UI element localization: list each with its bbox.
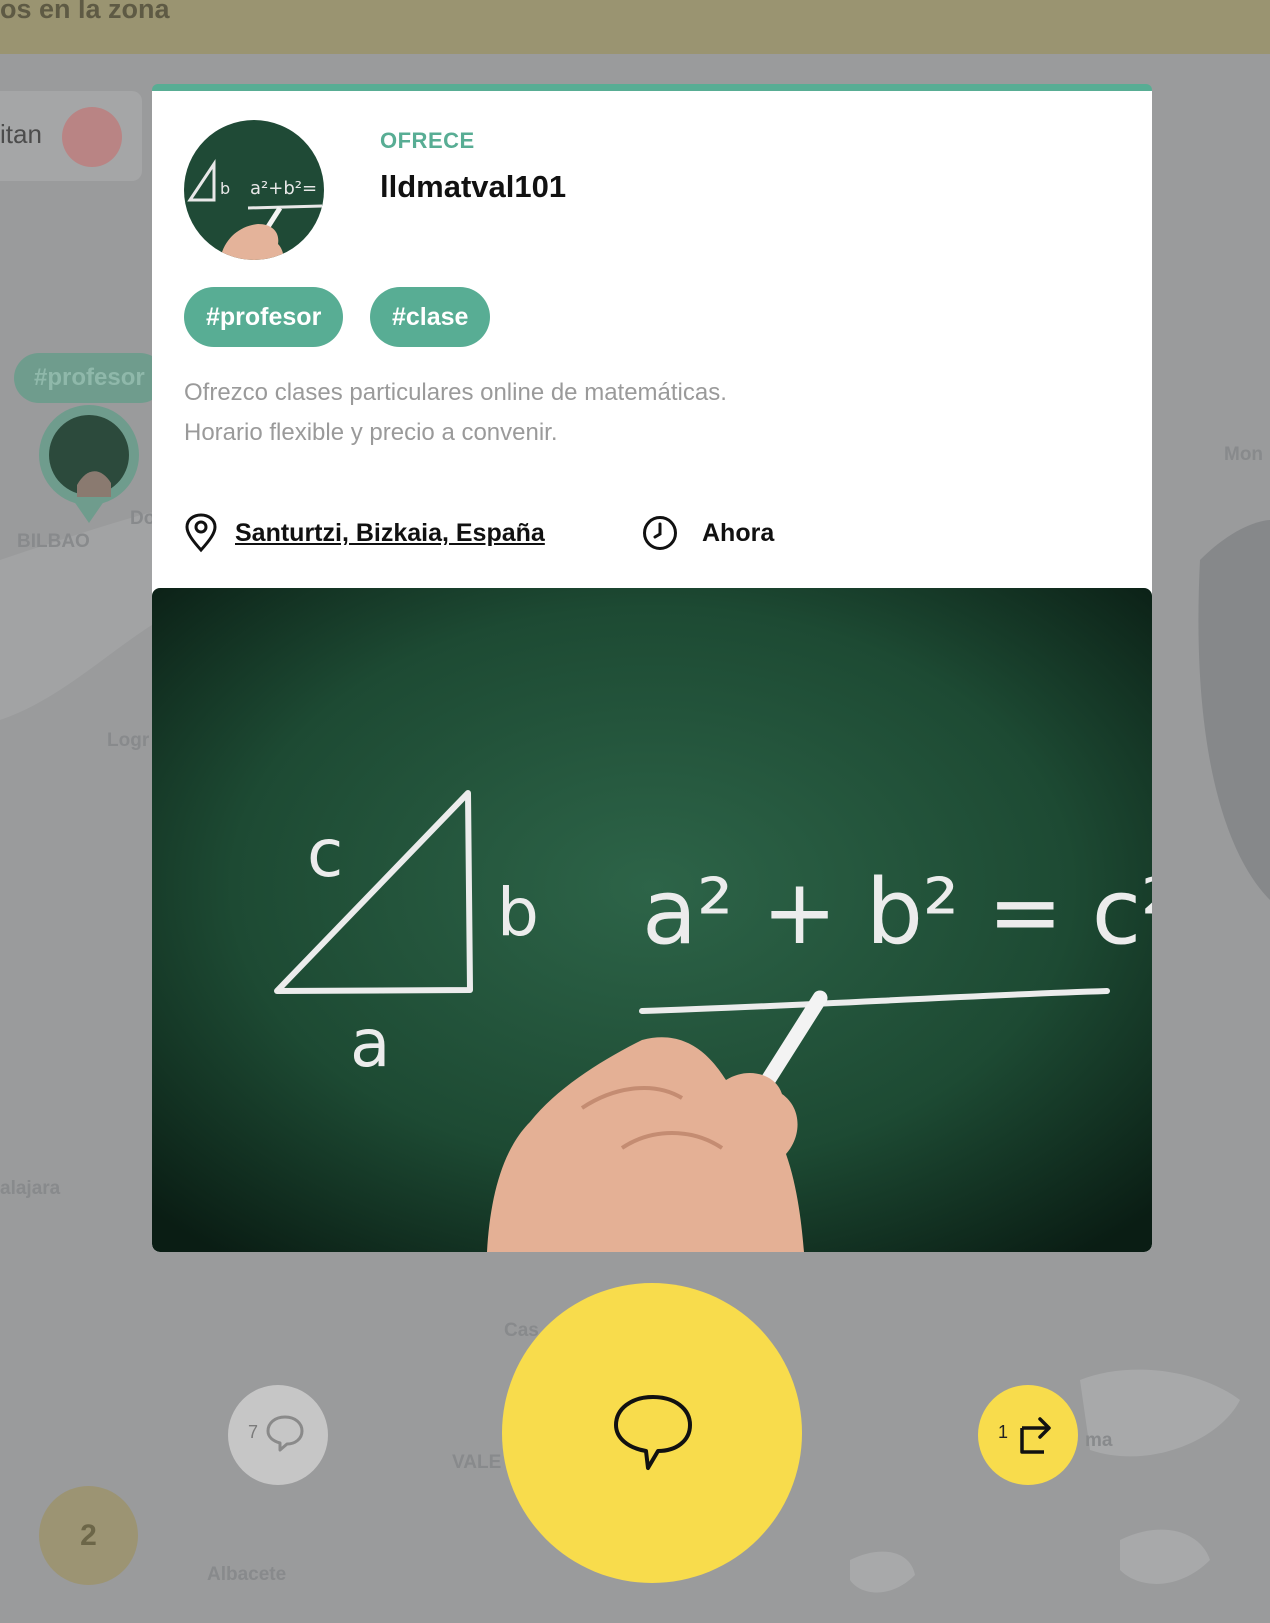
username[interactable]: lldmatval101 xyxy=(380,169,566,205)
tag-profesor[interactable]: #profesor xyxy=(184,287,344,347)
tag-clase[interactable]: #clase xyxy=(370,287,491,347)
share-count: 1 xyxy=(998,1422,1009,1442)
triangle-label-a: a xyxy=(350,1005,390,1082)
avatar[interactable]: b a²+b²= xyxy=(184,120,324,260)
map-pin-tag[interactable]: #profesor xyxy=(14,353,165,403)
speech-bubble-icon xyxy=(614,1395,692,1470)
city-label: Logr xyxy=(107,730,150,751)
clock-icon xyxy=(643,516,677,550)
city-label: Mon xyxy=(1224,444,1264,465)
location-pin-icon xyxy=(185,513,217,553)
chat-button[interactable] xyxy=(502,1283,802,1583)
map-pin-marker[interactable] xyxy=(37,405,141,523)
speech-bubble-icon xyxy=(266,1415,304,1452)
svg-text:b: b xyxy=(220,179,230,198)
post-image[interactable]: c b a a² + b² = c² xyxy=(152,588,1152,1252)
city-label: BILBAO xyxy=(17,531,90,552)
page-title: os en la zona xyxy=(0,0,170,24)
post-type-label: OFRECE xyxy=(380,128,475,153)
city-label: Albacete xyxy=(207,1564,287,1585)
top-bar: os en la zona xyxy=(0,0,1270,54)
location-link[interactable]: Santurtzi, Bizkaia, España xyxy=(235,519,545,548)
description-line: Horario flexible y precio a convenir. xyxy=(184,419,558,446)
city-label: VALE xyxy=(452,1452,502,1473)
cluster-count-marker[interactable]: 2 xyxy=(39,1486,138,1585)
comments-button[interactable]: 7 xyxy=(228,1385,328,1485)
city-label: ma xyxy=(1085,1430,1113,1451)
post-description: Ofrezco clases particulares online de ma… xyxy=(184,373,1084,453)
share-button[interactable]: 1 xyxy=(978,1385,1078,1485)
triangle-label-c: c xyxy=(307,815,343,892)
comments-count: 7 xyxy=(248,1422,259,1442)
post-card: b a²+b²= OFRECE lldmatval101 #profesor #… xyxy=(152,84,1152,1252)
post-time: Ahora xyxy=(702,519,775,547)
svg-text:a²+b²=: a²+b²= xyxy=(250,178,317,199)
share-arrow-icon xyxy=(1020,1417,1051,1454)
city-label: alajara xyxy=(0,1178,61,1199)
description-line: Ofrezco clases particulares online de ma… xyxy=(184,379,727,406)
formula-text: a² + b² = c² xyxy=(642,860,1152,965)
filter-label: itan xyxy=(0,119,42,149)
filter-toggle[interactable]: itan xyxy=(0,91,142,181)
triangle-label-b: b xyxy=(497,874,539,951)
filter-color-dot xyxy=(62,107,122,167)
